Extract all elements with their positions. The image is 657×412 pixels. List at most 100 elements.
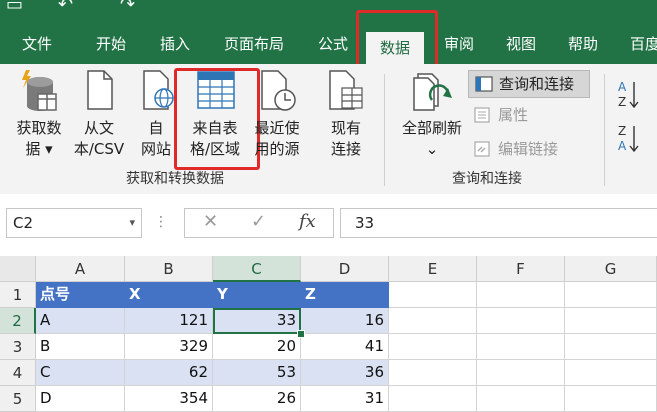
fill-handle[interactable] bbox=[297, 330, 305, 338]
tab-file[interactable]: 文件 bbox=[22, 24, 52, 64]
cell-f1[interactable] bbox=[477, 282, 565, 308]
cell-a2[interactable]: A bbox=[36, 308, 125, 334]
tab-home[interactable]: 开始 bbox=[96, 24, 126, 64]
cancel-icon[interactable]: ✕ bbox=[203, 211, 218, 232]
cell-b5[interactable]: 354 bbox=[125, 386, 213, 412]
formula-input[interactable]: 33 bbox=[340, 208, 657, 238]
tab-view[interactable]: 视图 bbox=[506, 24, 536, 64]
refresh-all-label-1: 全部刷新 bbox=[401, 119, 462, 137]
cell-d5[interactable]: 31 bbox=[301, 386, 389, 412]
cell-g3[interactable] bbox=[565, 334, 657, 360]
tab-review[interactable]: 审阅 bbox=[444, 24, 474, 64]
row-header-1[interactable]: 1 bbox=[0, 282, 36, 308]
group-queries-label: 查询和连接 bbox=[452, 171, 522, 187]
existing-label-2: 连接 bbox=[330, 140, 361, 158]
svg-text:Z: Z bbox=[618, 95, 626, 109]
cell-c1[interactable]: Y bbox=[213, 282, 301, 308]
tab-page-layout[interactable]: 页面布局 bbox=[224, 24, 284, 64]
formula-bar-grip-icon: ⋮ bbox=[154, 214, 168, 230]
get-data-button[interactable]: 获取数 据 ▾ bbox=[8, 64, 70, 164]
tab-baidu[interactable]: 百度 bbox=[630, 24, 657, 64]
refresh-all-button[interactable]: 全部刷新 ⌄ bbox=[394, 64, 470, 164]
from-web-label-1: 自 bbox=[148, 119, 164, 137]
column-header-d[interactable]: D bbox=[301, 256, 389, 282]
cell-a3[interactable]: B bbox=[36, 334, 125, 360]
name-box-dropdown-icon[interactable]: ▾ bbox=[129, 209, 135, 237]
tab-help[interactable]: 帮助 bbox=[568, 24, 598, 64]
cell-f5[interactable] bbox=[477, 386, 565, 412]
cell-e4[interactable] bbox=[389, 360, 477, 386]
enter-icon[interactable]: ✓ bbox=[251, 211, 266, 232]
cell-c2[interactable]: 33 bbox=[213, 308, 301, 334]
row-header-4[interactable]: 4 bbox=[0, 360, 36, 386]
sort-ascending-icon[interactable]: A Z bbox=[616, 78, 644, 112]
properties-button[interactable]: 属性 bbox=[474, 104, 528, 125]
refresh-icon bbox=[413, 73, 452, 111]
column-header-a[interactable]: A bbox=[36, 256, 125, 282]
queries-connections-button[interactable]: 查询和连接 bbox=[468, 70, 590, 98]
column-header-c[interactable]: C bbox=[213, 256, 301, 282]
recent-file-icon bbox=[261, 70, 296, 111]
from-text-label-1: 从文 bbox=[83, 119, 114, 137]
queries-icon bbox=[475, 76, 493, 92]
cell-e2[interactable] bbox=[389, 308, 477, 334]
insert-function-icon[interactable]: fx bbox=[299, 211, 316, 232]
edit-links-icon bbox=[474, 141, 490, 157]
from-text-label-2: 本/CSV bbox=[73, 140, 125, 158]
properties-label: 属性 bbox=[498, 106, 529, 124]
edit-links-label: 编辑链接 bbox=[498, 140, 559, 158]
group-get-transform-label: 获取和转换数据 bbox=[126, 171, 224, 187]
redo-icon[interactable]: ↷ bbox=[120, 0, 135, 15]
column-header-e[interactable]: E bbox=[389, 256, 477, 282]
cell-d4[interactable]: 36 bbox=[301, 360, 389, 386]
from-web-label-2: 网站 bbox=[140, 140, 171, 158]
cell-d3[interactable]: 41 bbox=[301, 334, 389, 360]
cell-g2[interactable] bbox=[565, 308, 657, 334]
from-text-csv-button[interactable]: 从文 本/CSV bbox=[66, 64, 132, 164]
cell-e5[interactable] bbox=[389, 386, 477, 412]
cell-c5[interactable]: 26 bbox=[213, 386, 301, 412]
cell-b2[interactable]: 121 bbox=[125, 308, 213, 334]
name-box[interactable]: C2 ▾ bbox=[6, 208, 142, 238]
cell-a4[interactable]: C bbox=[36, 360, 125, 386]
cell-b1[interactable]: X bbox=[125, 282, 213, 308]
cell-f2[interactable] bbox=[477, 308, 565, 334]
cell-g4[interactable] bbox=[565, 360, 657, 386]
cell-a5[interactable]: D bbox=[36, 386, 125, 412]
get-data-label-1: 获取数 bbox=[16, 119, 62, 137]
column-header-f[interactable]: F bbox=[477, 256, 565, 282]
cell-d1[interactable]: Z bbox=[301, 282, 389, 308]
cell-e1[interactable] bbox=[389, 282, 477, 308]
from-web-button[interactable]: 自 网站 bbox=[132, 64, 180, 164]
edit-links-button[interactable]: 编辑链接 bbox=[474, 138, 558, 159]
undo-icon[interactable]: ↶ bbox=[58, 0, 73, 15]
sort-descending-icon[interactable]: Z A bbox=[616, 122, 644, 156]
database-icon bbox=[22, 70, 57, 111]
column-header-b[interactable]: B bbox=[125, 256, 213, 282]
cell-c4[interactable]: 53 bbox=[213, 360, 301, 386]
recent-sources-button[interactable]: 最近使 用的源 bbox=[248, 64, 306, 164]
cell-b3[interactable]: 329 bbox=[125, 334, 213, 360]
save-icon[interactable]: ▭ bbox=[6, 0, 23, 15]
existing-connections-button[interactable]: 现有 连接 bbox=[318, 64, 374, 164]
cell-g1[interactable] bbox=[565, 282, 657, 308]
cell-e3[interactable] bbox=[389, 334, 477, 360]
group-separator-2 bbox=[604, 74, 605, 186]
select-all-corner[interactable] bbox=[0, 256, 36, 282]
tab-insert[interactable]: 插入 bbox=[160, 24, 190, 64]
cell-b4[interactable]: 62 bbox=[125, 360, 213, 386]
row-header-3[interactable]: 3 bbox=[0, 334, 36, 360]
queries-connections-label: 查询和连接 bbox=[499, 75, 575, 93]
column-header-g[interactable]: G bbox=[565, 256, 657, 282]
cell-f4[interactable] bbox=[477, 360, 565, 386]
cell-a1[interactable]: 点号 bbox=[36, 282, 125, 308]
tab-formulas[interactable]: 公式 bbox=[318, 24, 348, 64]
connections-file-icon bbox=[329, 70, 363, 110]
cell-d2[interactable]: 16 bbox=[301, 308, 389, 334]
text-file-icon bbox=[87, 70, 113, 110]
row-header-5[interactable]: 5 bbox=[0, 386, 36, 412]
cell-f3[interactable] bbox=[477, 334, 565, 360]
row-header-2[interactable]: 2 bbox=[0, 308, 36, 334]
cell-c3[interactable]: 20 bbox=[213, 334, 301, 360]
cell-g5[interactable] bbox=[565, 386, 657, 412]
